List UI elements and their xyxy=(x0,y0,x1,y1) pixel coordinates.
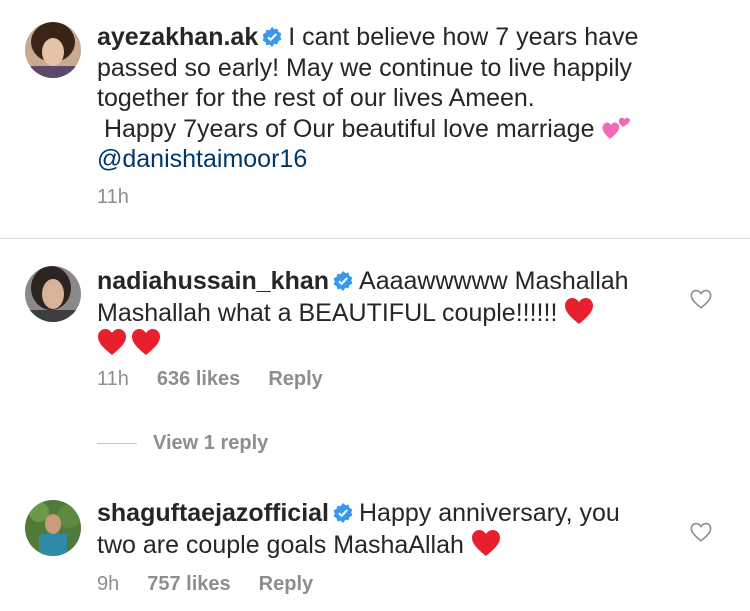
comment-3-line-1: Happy anniversary, you xyxy=(359,499,620,527)
avatar-shaguftaejaz[interactable] xyxy=(25,500,81,556)
red-heart-emoji xyxy=(471,529,500,556)
comment-1-username[interactable]: ayezakhan.ak xyxy=(97,23,258,51)
comment-3-username[interactable]: shaguftaejazofficial xyxy=(97,499,329,527)
red-heart-emoji xyxy=(565,297,594,324)
comment-2-likes[interactable]: 636 likes xyxy=(157,368,240,390)
comment-3-time: 9h xyxy=(97,573,120,595)
comment-2-meta: 11h 636 likes Reply xyxy=(97,368,351,391)
replies-divider-line xyxy=(97,443,137,444)
view-replies-button[interactable]: View 1 reply xyxy=(97,432,268,455)
comment-1-line-3: together for the rest of our lives Ameen… xyxy=(97,84,535,112)
comment-2-body: nadiahussain_khan Aaaawwwww Mashallah Mas… xyxy=(97,266,697,360)
two-hearts-emoji xyxy=(602,117,631,139)
reply-button[interactable]: Reply xyxy=(259,573,313,595)
comment-3-body: shaguftaejazofficial Happy anniversary, y… xyxy=(97,498,697,560)
reply-button[interactable]: Reply xyxy=(268,368,322,390)
comment-3-likes[interactable]: 757 likes xyxy=(147,573,230,595)
comment-1-meta: 11h xyxy=(97,186,157,209)
verified-badge-icon xyxy=(333,271,353,291)
comment-2-username[interactable]: nadiahussain_khan xyxy=(97,267,329,295)
like-heart-icon[interactable] xyxy=(690,521,712,543)
avatar-ayezakhan[interactable] xyxy=(25,22,81,78)
divider xyxy=(0,238,750,239)
comment-2-line-1: Aaaawwwww Mashallah xyxy=(359,267,629,295)
comment-1-line-1: I cant believe how 7 years have xyxy=(288,23,639,51)
verified-badge-icon xyxy=(333,503,353,523)
view-replies-label[interactable]: View 1 reply xyxy=(153,432,268,455)
verified-badge-icon xyxy=(262,27,282,47)
comment-3-line-2: two are couple goals MashaAllah xyxy=(97,530,471,559)
comment-1-line-4: Happy 7years of Our beautiful love marri… xyxy=(97,114,602,143)
mention-link[interactable]: @danishtaimoor16 xyxy=(97,145,307,173)
avatar-nadiahussain[interactable] xyxy=(25,266,81,322)
comment-1-body: ayezakhan.ak I cant believe how 7 years h… xyxy=(97,22,737,175)
comment-2-time: 11h xyxy=(97,368,129,390)
comment-1-time: 11h xyxy=(97,186,129,208)
comment-3-meta: 9h 757 likes Reply xyxy=(97,573,341,596)
red-heart-emoji xyxy=(132,329,160,355)
red-heart-emoji xyxy=(98,329,126,355)
comment-1-line-2: passed so early! May we continue to live… xyxy=(97,53,633,82)
like-heart-icon[interactable] xyxy=(690,288,712,310)
comment-2-line-2: Mashallah what a BEAUTIFUL couple!!!!!! xyxy=(97,298,565,327)
